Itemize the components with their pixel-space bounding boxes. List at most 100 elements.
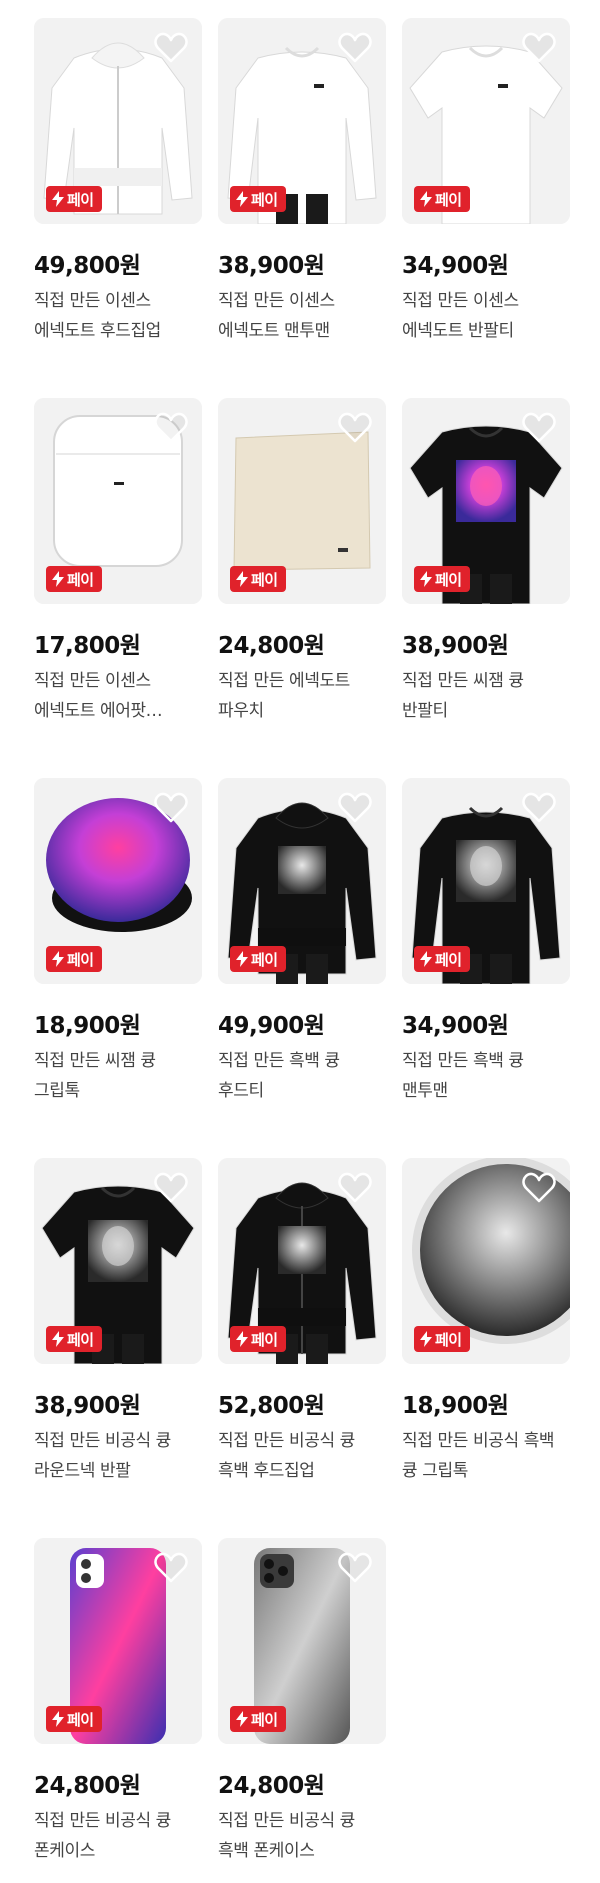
product-title[interactable]: 직접 만든 흑백 큥 맨투맨 xyxy=(402,1046,570,1106)
pay-badge-label: 페이 xyxy=(67,1330,94,1349)
product-title[interactable]: 직접 만든 씨잼 큥 그립톡 xyxy=(34,1046,202,1106)
heart-icon[interactable] xyxy=(522,32,556,64)
pay-badge: 페이 xyxy=(230,566,286,592)
product-title-line1: 직접 만든 이센스 xyxy=(402,291,519,311)
pay-badge-label: 페이 xyxy=(251,950,278,969)
heart-icon[interactable] xyxy=(522,1172,556,1204)
product-title[interactable]: 직접 만든 비공식 큥 흑백 후드집업 xyxy=(218,1426,386,1486)
product-thumbnail[interactable]: 페이 xyxy=(402,398,570,604)
product-title-line2: 라운드넥 반팔 xyxy=(34,1461,131,1481)
product-thumbnail[interactable]: 페이 xyxy=(34,398,202,604)
pay-badge-label: 페이 xyxy=(251,570,278,589)
product-thumbnail[interactable]: 페이 xyxy=(218,1538,386,1744)
product-title[interactable]: 직접 만든 이센스 에넥도트 맨투맨 xyxy=(218,286,386,346)
heart-icon[interactable] xyxy=(338,412,372,444)
product-thumbnail[interactable]: 페이 xyxy=(34,18,202,224)
product-title-line2: 흑백 후드집업 xyxy=(218,1461,315,1481)
product-title-line2: 에넥도트 맨투맨 xyxy=(218,321,330,341)
product-card[interactable]: 페이 38,900원 직접 만든 이센스 에넥도트 맨투맨 xyxy=(218,18,386,346)
heart-icon[interactable] xyxy=(522,412,556,444)
product-thumbnail[interactable]: 페이 xyxy=(218,18,386,224)
pay-badge: 페이 xyxy=(230,186,286,212)
product-thumbnail[interactable]: 페이 xyxy=(402,1158,570,1364)
heart-icon[interactable] xyxy=(338,792,372,824)
product-price: 34,900원 xyxy=(402,1013,509,1039)
product-card[interactable]: 페이 24,800원 직접 만든 비공식 큥 폰케이스 xyxy=(34,1538,202,1866)
heart-icon[interactable] xyxy=(154,412,188,444)
product-title[interactable]: 직접 만든 이센스 에넥도트 후드집업 xyxy=(34,286,202,346)
product-thumbnail[interactable]: 페이 xyxy=(218,398,386,604)
product-card[interactable]: 페이 18,900원 직접 만든 씨잼 큥 그립톡 xyxy=(34,778,202,1106)
product-title-line2: 흑백 폰케이스 xyxy=(218,1841,315,1861)
product-card[interactable]: 페이 52,800원 직접 만든 비공식 큥 흑백 후드집업 xyxy=(218,1158,386,1486)
product-card[interactable]: 페이 18,900원 직접 만든 비공식 흑백 큥 그립톡 xyxy=(402,1158,570,1486)
product-title-line2: 폰케이스 xyxy=(34,1841,95,1861)
lightning-icon xyxy=(236,571,248,587)
product-thumbnail[interactable]: 페이 xyxy=(34,1538,202,1744)
pay-badge-label: 페이 xyxy=(251,1710,278,1729)
product-title-line1: 직접 만든 흑백 큥 xyxy=(218,1051,340,1071)
product-title-line1: 직접 만든 씨잼 큥 xyxy=(34,1051,156,1071)
product-card[interactable]: 페이 38,900원 직접 만든 비공식 큥 라운드넥 반팔 xyxy=(34,1158,202,1486)
heart-icon[interactable] xyxy=(522,792,556,824)
heart-icon[interactable] xyxy=(154,32,188,64)
pay-badge-label: 페이 xyxy=(251,1330,278,1349)
product-title[interactable]: 직접 만든 비공식 흑백 큥 그립톡 xyxy=(402,1426,570,1486)
pay-badge: 페이 xyxy=(46,1326,102,1352)
pay-badge: 페이 xyxy=(46,1706,102,1732)
product-card[interactable]: 페이 34,900원 직접 만든 이센스 에넥도트 반팔티 xyxy=(402,18,570,346)
product-price: 49,800원 xyxy=(34,253,141,279)
product-title-line1: 직접 만든 비공식 흑백 xyxy=(402,1431,555,1451)
product-card[interactable]: 페이 24,800원 직접 만든 에넥도트 파우치 xyxy=(218,398,386,726)
product-card[interactable]: 페이 49,900원 직접 만든 흑백 큥 후드티 xyxy=(218,778,386,1106)
lightning-icon xyxy=(236,951,248,967)
lightning-icon xyxy=(52,191,64,207)
pay-badge-label: 페이 xyxy=(251,190,278,209)
product-title-line2: 에넥도트 에어팟… xyxy=(34,701,163,721)
product-thumbnail[interactable]: 페이 xyxy=(218,1158,386,1364)
product-title[interactable]: 직접 만든 씨잼 큥 반팔티 xyxy=(402,666,570,726)
product-title[interactable]: 직접 만든 흑백 큥 후드티 xyxy=(218,1046,386,1106)
product-title[interactable]: 직접 만든 이센스 에넥도트 반팔티 xyxy=(402,286,570,346)
lightning-icon xyxy=(52,951,64,967)
heart-icon[interactable] xyxy=(338,32,372,64)
product-card[interactable]: 페이 24,800원 직접 만든 비공식 큥 흑백 폰케이스 xyxy=(218,1538,386,1866)
heart-icon[interactable] xyxy=(338,1552,372,1584)
product-title-line2: 큥 그립톡 xyxy=(402,1461,468,1481)
heart-icon[interactable] xyxy=(338,1172,372,1204)
pay-badge: 페이 xyxy=(414,566,470,592)
product-title-line1: 직접 만든 비공식 큥 xyxy=(218,1431,355,1451)
pay-badge: 페이 xyxy=(414,186,470,212)
heart-icon[interactable] xyxy=(154,1552,188,1584)
product-price: 38,900원 xyxy=(34,1393,141,1419)
product-thumbnail[interactable]: 페이 xyxy=(402,18,570,224)
heart-icon[interactable] xyxy=(154,1172,188,1204)
pay-badge: 페이 xyxy=(414,1326,470,1352)
pay-badge-label: 페이 xyxy=(67,190,94,209)
product-thumbnail[interactable]: 페이 xyxy=(218,778,386,984)
product-thumbnail[interactable]: 페이 xyxy=(402,778,570,984)
product-card[interactable]: 페이 49,800원 직접 만든 이센스 에넥도트 후드집업 xyxy=(34,18,202,346)
pay-badge-label: 페이 xyxy=(435,950,462,969)
product-thumbnail[interactable]: 페이 xyxy=(34,778,202,984)
pay-badge: 페이 xyxy=(414,946,470,972)
product-title-line1: 직접 만든 이센스 xyxy=(34,671,151,691)
product-title-line1: 직접 만든 씨잼 큥 xyxy=(402,671,524,691)
product-title-line1: 직접 만든 비공식 큥 xyxy=(34,1431,171,1451)
pay-badge-label: 페이 xyxy=(67,1710,94,1729)
pay-badge: 페이 xyxy=(46,186,102,212)
product-title[interactable]: 직접 만든 비공식 큥 흑백 폰케이스 xyxy=(218,1806,386,1866)
product-thumbnail[interactable]: 페이 xyxy=(34,1158,202,1364)
product-title-line1: 직접 만든 이센스 xyxy=(34,291,151,311)
heart-icon[interactable] xyxy=(154,792,188,824)
product-price: 38,900원 xyxy=(402,633,509,659)
product-price: 38,900원 xyxy=(218,253,325,279)
product-card[interactable]: 페이 38,900원 직접 만든 씨잼 큥 반팔티 xyxy=(402,398,570,726)
product-title[interactable]: 직접 만든 에넥도트 파우치 xyxy=(218,666,386,726)
product-card[interactable]: 페이 34,900원 직접 만든 흑백 큥 맨투맨 xyxy=(402,778,570,1106)
product-title[interactable]: 직접 만든 이센스 에넥도트 에어팟… xyxy=(34,666,202,726)
lightning-icon xyxy=(52,571,64,587)
product-title[interactable]: 직접 만든 비공식 큥 폰케이스 xyxy=(34,1806,202,1866)
product-title[interactable]: 직접 만든 비공식 큥 라운드넥 반팔 xyxy=(34,1426,202,1486)
product-card[interactable]: 페이 17,800원 직접 만든 이센스 에넥도트 에어팟… xyxy=(34,398,202,726)
